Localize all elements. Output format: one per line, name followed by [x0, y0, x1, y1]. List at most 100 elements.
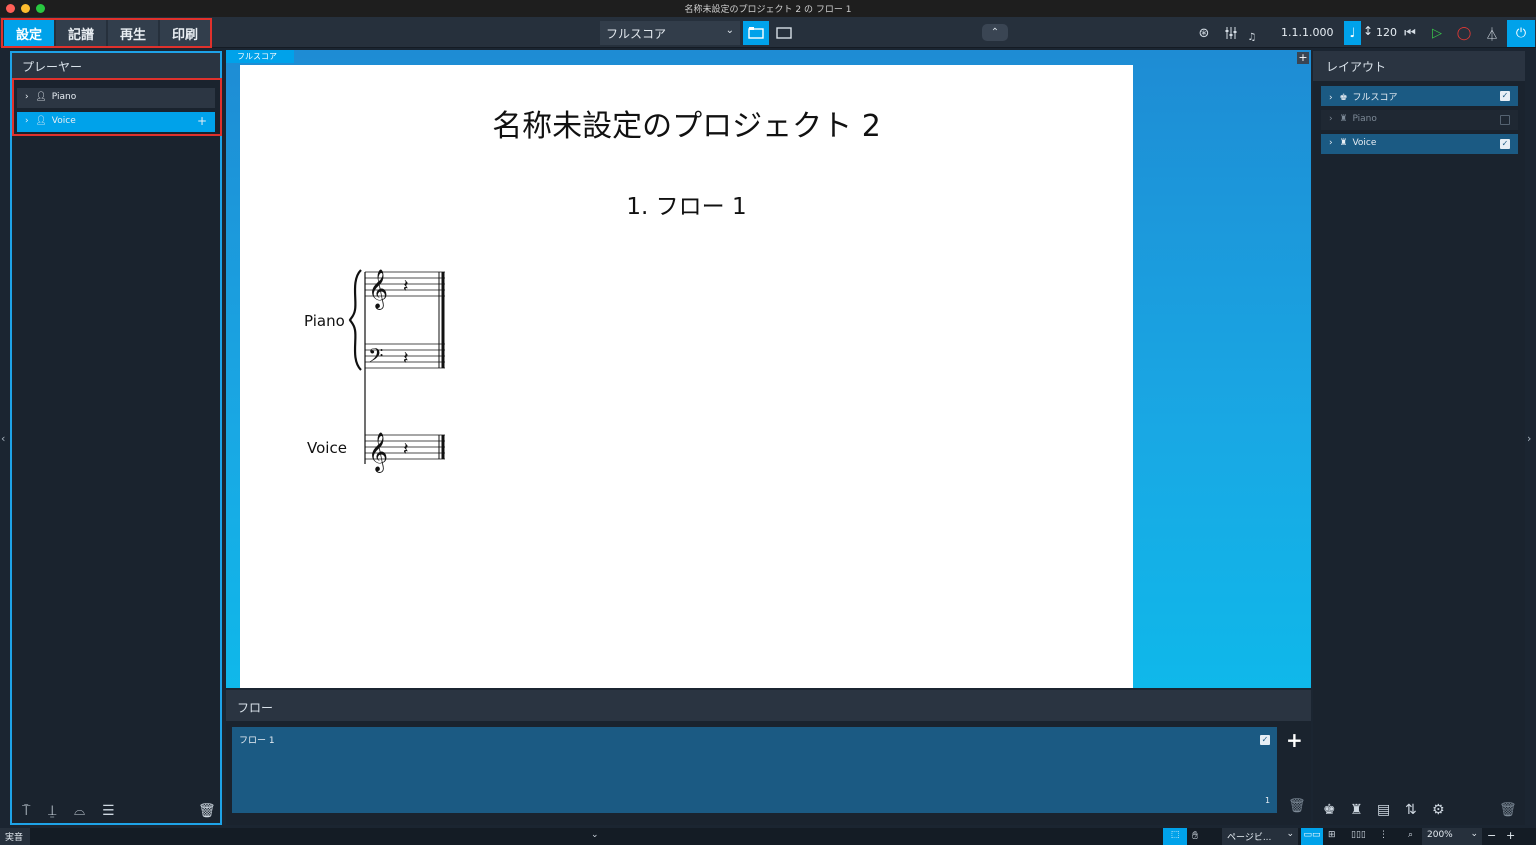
layouts-panel: レイアウト › ♚ フルスコア ✓ › ♜ Piano › ♜ Voice ✓ …: [1313, 51, 1525, 825]
midi-note-icon: ♫: [1247, 31, 1257, 43]
mode-tab-play[interactable]: 再生: [108, 20, 158, 46]
chevron-right-icon: ›: [1329, 138, 1333, 148]
add-solo-player-icon[interactable]: ⍑: [22, 803, 30, 819]
metronome-note-button[interactable]: ♩: [1344, 21, 1361, 45]
zoom-out-icon[interactable]: −: [1487, 829, 1496, 842]
layout-name: Voice: [1352, 138, 1377, 148]
layout-checkbox[interactable]: ✓: [1500, 139, 1510, 149]
chevron-right-icon: ›: [1329, 114, 1333, 124]
chevron-down-icon: ⌄: [1286, 829, 1294, 839]
quarter-rest-icon: 𝄽: [403, 276, 409, 297]
add-flow-icon[interactable]: +: [1286, 728, 1303, 752]
mode-tab-setup[interactable]: 設定: [4, 20, 54, 46]
view-type-select[interactable]: ページビ... ⌄: [1222, 828, 1298, 845]
score-page[interactable]: 名称未設定のプロジェクト 2 1. フロー 1 Piano Voice 𝄞 𝄢 …: [240, 65, 1133, 688]
power-button[interactable]: ⏻: [1507, 20, 1535, 47]
layouts-panel-title: レイアウト: [1313, 51, 1525, 81]
video-button[interactable]: ⊛: [1191, 21, 1217, 45]
player-row-piano[interactable]: › 👤︎ Piano: [17, 88, 215, 108]
flow-card[interactable]: フロー 1 ✓ 1: [232, 727, 1277, 813]
concert-pitch-toggle[interactable]: 実音: [0, 828, 30, 845]
click-button[interactable]: ⏃: [1479, 21, 1505, 45]
add-tab-icon[interactable]: +: [1297, 52, 1309, 64]
layout-select[interactable]: フルスコア ⌄: [600, 21, 740, 45]
add-ensemble-icon[interactable]: ⌓: [74, 803, 85, 819]
score-title: 名称未設定のプロジェクト 2: [492, 109, 881, 144]
chevron-right-icon: ›: [25, 116, 29, 126]
layout-row-voice[interactable]: › ♜ Voice ✓: [1321, 134, 1518, 154]
add-instrument-icon[interactable]: +: [197, 114, 207, 128]
layout-name: Piano: [1352, 114, 1377, 124]
rewind-button[interactable]: ⏮: [1397, 21, 1423, 45]
player-row-voice[interactable]: › 👤︎ Voice +: [17, 112, 215, 132]
window-titlebar: 名称未設定のプロジェクト 2 の フロー 1: [0, 0, 1536, 17]
galley-view-icon: [748, 27, 764, 39]
mixer-button[interactable]: [1218, 21, 1244, 45]
selection-icon: ⬚: [1170, 830, 1180, 840]
select-tool-button[interactable]: ⬚: [1163, 828, 1187, 845]
layout-checkbox[interactable]: ✓: [1500, 91, 1510, 101]
layout-row-piano[interactable]: › ♜ Piano: [1321, 110, 1518, 130]
spread-icon: ▭▭: [1303, 830, 1321, 840]
delete-flow-icon[interactable]: 🗑︎: [1288, 798, 1306, 814]
film-reel-icon: ⊛: [1198, 25, 1210, 41]
flows-panel-title: フロー: [226, 690, 1311, 721]
staff-label-voice: Voice: [307, 439, 347, 457]
player-icon: 👤︎: [35, 116, 47, 126]
rewind-to-start-icon: ⏮: [1404, 25, 1416, 41]
piano-brace: [348, 269, 362, 371]
player-name: Voice: [51, 116, 76, 126]
chevron-down-icon: ⌄: [725, 25, 734, 36]
add-group-icon[interactable]: ☰: [102, 803, 115, 819]
add-section-player-icon[interactable]: ⍊: [48, 803, 56, 819]
add-part-layout-icon[interactable]: ♜: [1350, 802, 1363, 818]
quarter-rest-icon: 𝄽: [403, 439, 409, 460]
left-panel-toggle-icon[interactable]: ‹: [1, 432, 5, 445]
mixer-icon: [1225, 27, 1237, 39]
tempo-arrow-icon: ↕: [1363, 24, 1374, 38]
mode-tab-print[interactable]: 印刷: [160, 20, 210, 46]
layout-checkbox[interactable]: [1500, 115, 1510, 125]
gear-icon[interactable]: ⚙: [1432, 802, 1445, 818]
player-icon: 👤︎: [35, 92, 47, 102]
vertical-view-icon[interactable]: ⋮: [1379, 830, 1388, 840]
add-custom-layout-icon[interactable]: ▤: [1377, 802, 1390, 818]
trash-icon[interactable]: 🗑︎: [1499, 802, 1517, 818]
add-full-score-layout-icon[interactable]: ♚: [1323, 802, 1336, 818]
mode-tab-write[interactable]: 記譜: [56, 20, 106, 46]
chevron-right-icon: ›: [1329, 93, 1333, 103]
power-icon: ⏻: [1515, 26, 1527, 41]
zoom-value: 200%: [1427, 830, 1453, 840]
statusbar: 実音 ⌄ ⬚ ✋︎ ページビ... ⌄ ▭▭ ⊞ ▯▯▯ ⋮ ⌕ 200% ⌄ …: [0, 828, 1536, 845]
flow-checkbox[interactable]: ✓: [1260, 735, 1270, 745]
layout-row-full-score[interactable]: › ♚ フルスコア ✓: [1321, 86, 1518, 106]
quarter-rest-icon: 𝄽: [403, 348, 409, 369]
zoom-select[interactable]: 200% ⌄: [1422, 828, 1482, 845]
part-layout-icon: ♜: [1339, 138, 1348, 148]
sort-icon[interactable]: ⇅: [1405, 802, 1417, 818]
play-button[interactable]: ▷: [1424, 21, 1450, 45]
chevron-down-icon[interactable]: ⌄: [591, 830, 599, 840]
record-button[interactable]: ◯: [1451, 21, 1477, 45]
layout-name: フルスコア: [1352, 93, 1398, 103]
midi-input-button[interactable]: ♫: [1243, 25, 1261, 49]
tempo-display[interactable]: 120: [1376, 26, 1397, 39]
treble-clef-icon: 𝄞: [368, 432, 388, 473]
page-view-button[interactable]: [771, 21, 797, 45]
player-name: Piano: [51, 92, 77, 102]
grid-view-icon[interactable]: ⊞: [1328, 830, 1336, 840]
right-panel-toggle-icon[interactable]: ›: [1527, 432, 1531, 445]
trash-icon[interactable]: 🗑︎: [198, 803, 216, 819]
tab-full-score[interactable]: フルスコア: [226, 50, 294, 63]
part-layout-icon: ♜: [1339, 114, 1348, 124]
play-icon: ▷: [1432, 25, 1442, 41]
flow-name: フロー 1: [239, 736, 275, 746]
galley-view-button[interactable]: [743, 21, 769, 45]
layout-select-value: フルスコア: [606, 27, 667, 41]
collapse-toolbar-button[interactable]: ⌃: [982, 24, 1008, 41]
horizontal-view-icon[interactable]: ▯▯▯: [1351, 830, 1366, 840]
spread-view-button[interactable]: ▭▭: [1301, 828, 1323, 845]
chevron-right-icon: ›: [25, 92, 29, 102]
hand-tool-icon[interactable]: ✋︎: [1192, 829, 1198, 843]
zoom-in-icon[interactable]: +: [1506, 829, 1515, 842]
